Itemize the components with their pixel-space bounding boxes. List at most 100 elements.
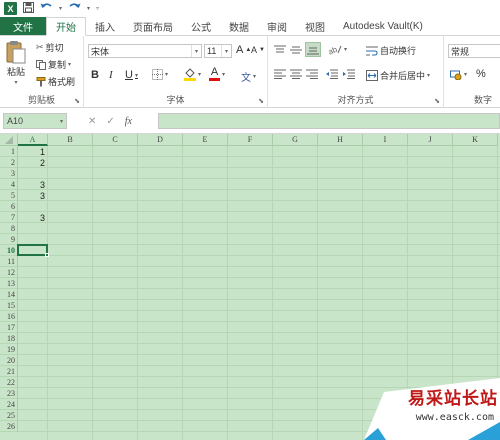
row-header-23[interactable]: 23 — [0, 388, 18, 399]
redo-icon[interactable] — [68, 2, 81, 15]
row-header-16[interactable]: 16 — [0, 311, 18, 322]
insert-function-icon[interactable]: fx — [125, 116, 132, 127]
undo-dropdown-icon[interactable]: ▾ — [59, 6, 62, 12]
align-left-button[interactable] — [274, 69, 286, 79]
column-header-a[interactable]: A — [18, 134, 48, 146]
row-header-10[interactable]: 10 — [0, 245, 18, 256]
redo-dropdown-icon[interactable]: ▾ — [87, 6, 90, 12]
row-header-21[interactable]: 21 — [0, 366, 18, 377]
cell-a5[interactable]: 3 — [18, 190, 48, 201]
worksheet-grid[interactable]: A B C D E F G H I J K 1 2 3 4 5 6 7 8 9 10 11 12 13 14 15 16 17 18 19… — [0, 134, 500, 440]
row-header-2[interactable]: 2 — [0, 157, 18, 168]
clipboard-launcher-icon[interactable]: ⬊ — [74, 97, 80, 105]
accounting-format-button[interactable]: ▾ — [450, 69, 467, 80]
font-color-button[interactable]: A ▾ — [209, 67, 225, 81]
cut-button[interactable]: ✂ 剪切 — [36, 41, 64, 54]
align-center-button[interactable] — [290, 69, 302, 79]
tab-page-layout[interactable]: 页面布局 — [124, 17, 182, 35]
row-header-25[interactable]: 25 — [0, 410, 18, 421]
align-right-button[interactable] — [306, 69, 318, 79]
select-all-corner[interactable] — [0, 134, 18, 146]
orientation-button[interactable]: ab ▾ — [328, 44, 347, 55]
tab-formulas[interactable]: 公式 — [182, 17, 220, 35]
decrease-indent-button[interactable] — [326, 69, 338, 79]
tab-autodesk-vault[interactable]: Autodesk Vault(K) — [334, 17, 432, 35]
row-header-26[interactable]: 26 — [0, 421, 18, 432]
merge-dropdown-icon[interactable]: ▾ — [427, 72, 430, 79]
row-header-22[interactable]: 22 — [0, 377, 18, 388]
tab-home[interactable]: 开始 — [46, 17, 86, 36]
cell-a7[interactable]: 3 — [18, 212, 48, 223]
accounting-dropdown-icon[interactable]: ▾ — [464, 71, 467, 78]
phonetic-button[interactable]: 文 ▾ — [241, 69, 256, 84]
column-header-g[interactable]: G — [273, 134, 318, 146]
increase-indent-button[interactable] — [343, 69, 355, 79]
row-header-6[interactable]: 6 — [0, 201, 18, 212]
shrink-font-button[interactable]: A ▼ — [251, 45, 265, 55]
number-format-select[interactable]: 常规 — [448, 44, 500, 58]
format-painter-button[interactable]: 格式刷 — [36, 75, 75, 88]
save-icon[interactable] — [23, 1, 34, 16]
formula-input[interactable] — [158, 113, 500, 129]
tab-file[interactable]: 文件 — [0, 17, 46, 35]
column-header-d[interactable]: D — [138, 134, 183, 146]
cell-a1[interactable]: 1 — [18, 146, 48, 157]
undo-icon[interactable] — [40, 2, 53, 15]
wrap-text-button[interactable]: 自动换行 — [366, 44, 416, 57]
paste-dropdown-icon[interactable]: ▾ — [14, 79, 17, 86]
row-header-17[interactable]: 17 — [0, 322, 18, 333]
fill-color-dropdown-icon[interactable]: ▾ — [198, 71, 201, 78]
fill-color-button[interactable]: ▾ — [184, 68, 201, 81]
column-header-j[interactable]: J — [408, 134, 453, 146]
row-header-19[interactable]: 19 — [0, 344, 18, 355]
enter-icon[interactable]: ✓ — [106, 116, 114, 127]
font-launcher-icon[interactable]: ⬊ — [258, 97, 264, 105]
copy-dropdown-icon[interactable]: ▾ — [68, 61, 71, 68]
column-header-c[interactable]: C — [93, 134, 138, 146]
copy-button[interactable]: 复制 ▾ — [36, 58, 71, 71]
tab-review[interactable]: 审阅 — [258, 17, 296, 35]
font-name-dropdown-icon[interactable]: ▾ — [191, 45, 201, 57]
fill-handle[interactable] — [45, 253, 49, 257]
borders-button[interactable]: ▾ — [152, 69, 168, 80]
borders-dropdown-icon[interactable]: ▾ — [165, 71, 168, 78]
column-header-b[interactable]: B — [48, 134, 93, 146]
row-header-3[interactable]: 3 — [0, 168, 18, 179]
underline-dropdown-icon[interactable]: ▾ — [135, 72, 138, 79]
row-header-8[interactable]: 8 — [0, 223, 18, 234]
customize-toolbar-icon[interactable]: ▿ — [96, 6, 99, 12]
row-header-24[interactable]: 24 — [0, 399, 18, 410]
font-size-dropdown-icon[interactable]: ▾ — [221, 45, 231, 57]
orientation-dropdown-icon[interactable]: ▾ — [344, 46, 347, 53]
merge-center-button[interactable]: 合并后居中 ▾ — [366, 69, 430, 82]
font-name-select[interactable]: 宋体 ▾ — [88, 44, 202, 58]
percent-button[interactable]: % — [476, 68, 486, 80]
column-header-h[interactable]: H — [318, 134, 363, 146]
bold-button[interactable]: B — [91, 69, 99, 81]
row-header-15[interactable]: 15 — [0, 300, 18, 311]
column-header-i[interactable]: I — [363, 134, 408, 146]
align-top-button[interactable] — [274, 45, 286, 55]
row-header-5[interactable]: 5 — [0, 190, 18, 201]
row-header-9[interactable]: 9 — [0, 234, 18, 245]
align-bottom-button[interactable] — [305, 42, 321, 57]
row-header-13[interactable]: 13 — [0, 278, 18, 289]
column-header-k[interactable]: K — [453, 134, 498, 146]
row-header-14[interactable]: 14 — [0, 289, 18, 300]
tab-data[interactable]: 数据 — [220, 17, 258, 35]
tab-view[interactable]: 视图 — [296, 17, 334, 35]
grow-font-button[interactable]: A ▲ — [236, 44, 251, 56]
active-cell-selection[interactable] — [17, 244, 48, 256]
phonetic-dropdown-icon[interactable]: ▾ — [253, 73, 256, 80]
align-middle-button[interactable] — [290, 45, 302, 55]
row-header-12[interactable]: 12 — [0, 267, 18, 278]
alignment-launcher-icon[interactable]: ⬊ — [434, 97, 440, 105]
italic-button[interactable]: I — [109, 69, 113, 81]
tab-insert[interactable]: 插入 — [86, 17, 124, 35]
row-header-11[interactable]: 11 — [0, 256, 18, 267]
paste-button[interactable]: 粘贴 ▾ — [6, 40, 26, 86]
column-header-f[interactable]: F — [228, 134, 273, 146]
font-size-select[interactable]: 11 ▾ — [204, 44, 232, 58]
font-color-dropdown-icon[interactable]: ▾ — [222, 71, 225, 78]
cancel-icon[interactable]: ✕ — [88, 116, 96, 127]
